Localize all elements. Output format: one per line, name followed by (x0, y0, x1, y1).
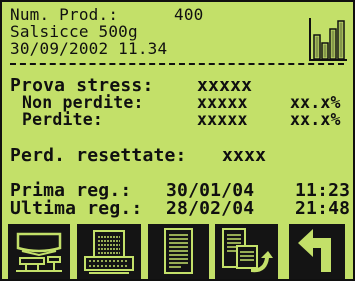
last-record-time: 21:48 (295, 198, 351, 219)
separator-line (10, 63, 344, 65)
scale-icon (16, 232, 62, 272)
lost-percent: xx.x% (290, 110, 341, 129)
product-number-value: 400 (174, 5, 204, 24)
soft-key-bar (2, 224, 353, 279)
reset-losses-label: Perd. resettate: (10, 145, 187, 166)
back-arrow-icon (298, 229, 331, 272)
report-key[interactable] (148, 224, 209, 279)
product-name: Salsicce 500g (10, 22, 138, 41)
product-datetime: 30/09/2002 11.34 (10, 39, 168, 58)
lost-value: xxxxx (197, 110, 248, 129)
scale-key[interactable] (8, 224, 70, 279)
export-report-key[interactable] (215, 224, 278, 279)
product-number-label: Num. Prod.: (10, 5, 119, 24)
back-key[interactable] (289, 224, 345, 279)
bar-chart-icon (309, 18, 347, 61)
reset-losses-value: xxxx (222, 145, 267, 166)
lcd-screen: Num. Prod.: 400 Salsicce 500g 30/09/2002… (0, 0, 355, 281)
last-record-date: 28/02/04 (166, 198, 255, 219)
lost-label: Perdite: (22, 110, 104, 129)
print-key[interactable] (77, 224, 141, 279)
export-report-icon (222, 228, 273, 273)
printer-icon (84, 230, 134, 274)
last-record-label: Ultima reg.: (10, 198, 143, 219)
report-icon (164, 228, 193, 274)
